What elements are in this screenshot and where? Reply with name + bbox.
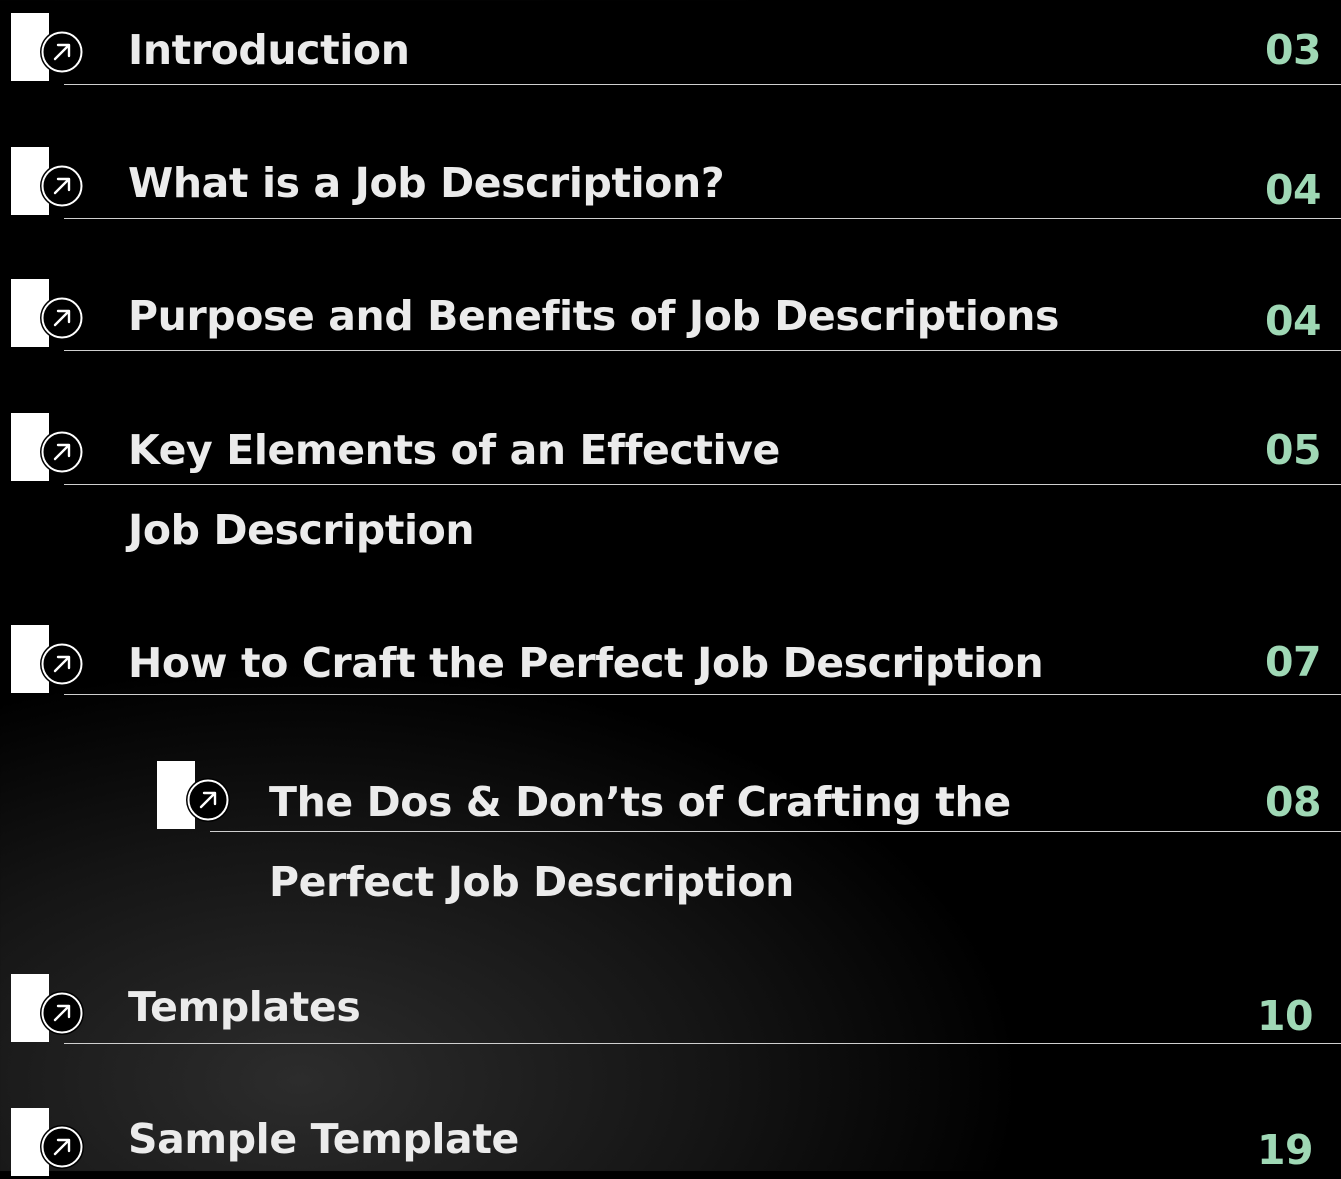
toc-entry-title-line-2: Perfect Job Description — [269, 858, 794, 906]
toc-entry-page-number: 10 — [1256, 992, 1314, 1040]
arrow-up-right-icon[interactable] — [40, 30, 84, 74]
arrow-up-right-icon[interactable] — [40, 991, 84, 1035]
toc-entry-title: Introduction — [128, 26, 410, 74]
toc-entry-title: Sample Template — [128, 1115, 519, 1163]
toc-entry-title: Templates — [128, 983, 361, 1031]
toc-entry-title-line-1: Key Elements of an Effective — [128, 426, 780, 474]
arrow-up-right-icon[interactable] — [40, 164, 84, 208]
arrow-up-right-icon[interactable] — [40, 430, 84, 474]
arrow-up-right-icon[interactable] — [40, 296, 84, 340]
toc-entry-page-number: 05 — [1264, 426, 1322, 474]
toc-entry-title: Purpose and Benefits of Job Descriptions — [128, 292, 1060, 340]
arrow-up-right-icon[interactable] — [40, 642, 84, 686]
toc-entry-title: How to Craft the Perfect Job Description — [128, 639, 1044, 687]
toc-entry-title-line-2: Job Description — [128, 506, 475, 554]
toc-entry-page-number: 19 — [1256, 1126, 1314, 1174]
arrow-up-right-icon[interactable] — [186, 778, 230, 822]
toc-entry-page-number: 08 — [1264, 778, 1322, 826]
toc-entry-page-number: 07 — [1264, 638, 1322, 686]
arrow-up-right-icon[interactable] — [40, 1125, 84, 1169]
toc-entry-page-number: 04 — [1264, 297, 1322, 345]
toc-entry-page-number: 03 — [1264, 26, 1322, 74]
toc-entry-title: What is a Job Description? — [128, 159, 725, 207]
table-of-contents: Introduction 03 What is a Job Descriptio… — [0, 0, 1341, 1176]
toc-entry-page-number: 04 — [1264, 166, 1322, 214]
toc-entry-title-line-1: The Dos & Don’ts of Crafting the — [269, 778, 1011, 826]
